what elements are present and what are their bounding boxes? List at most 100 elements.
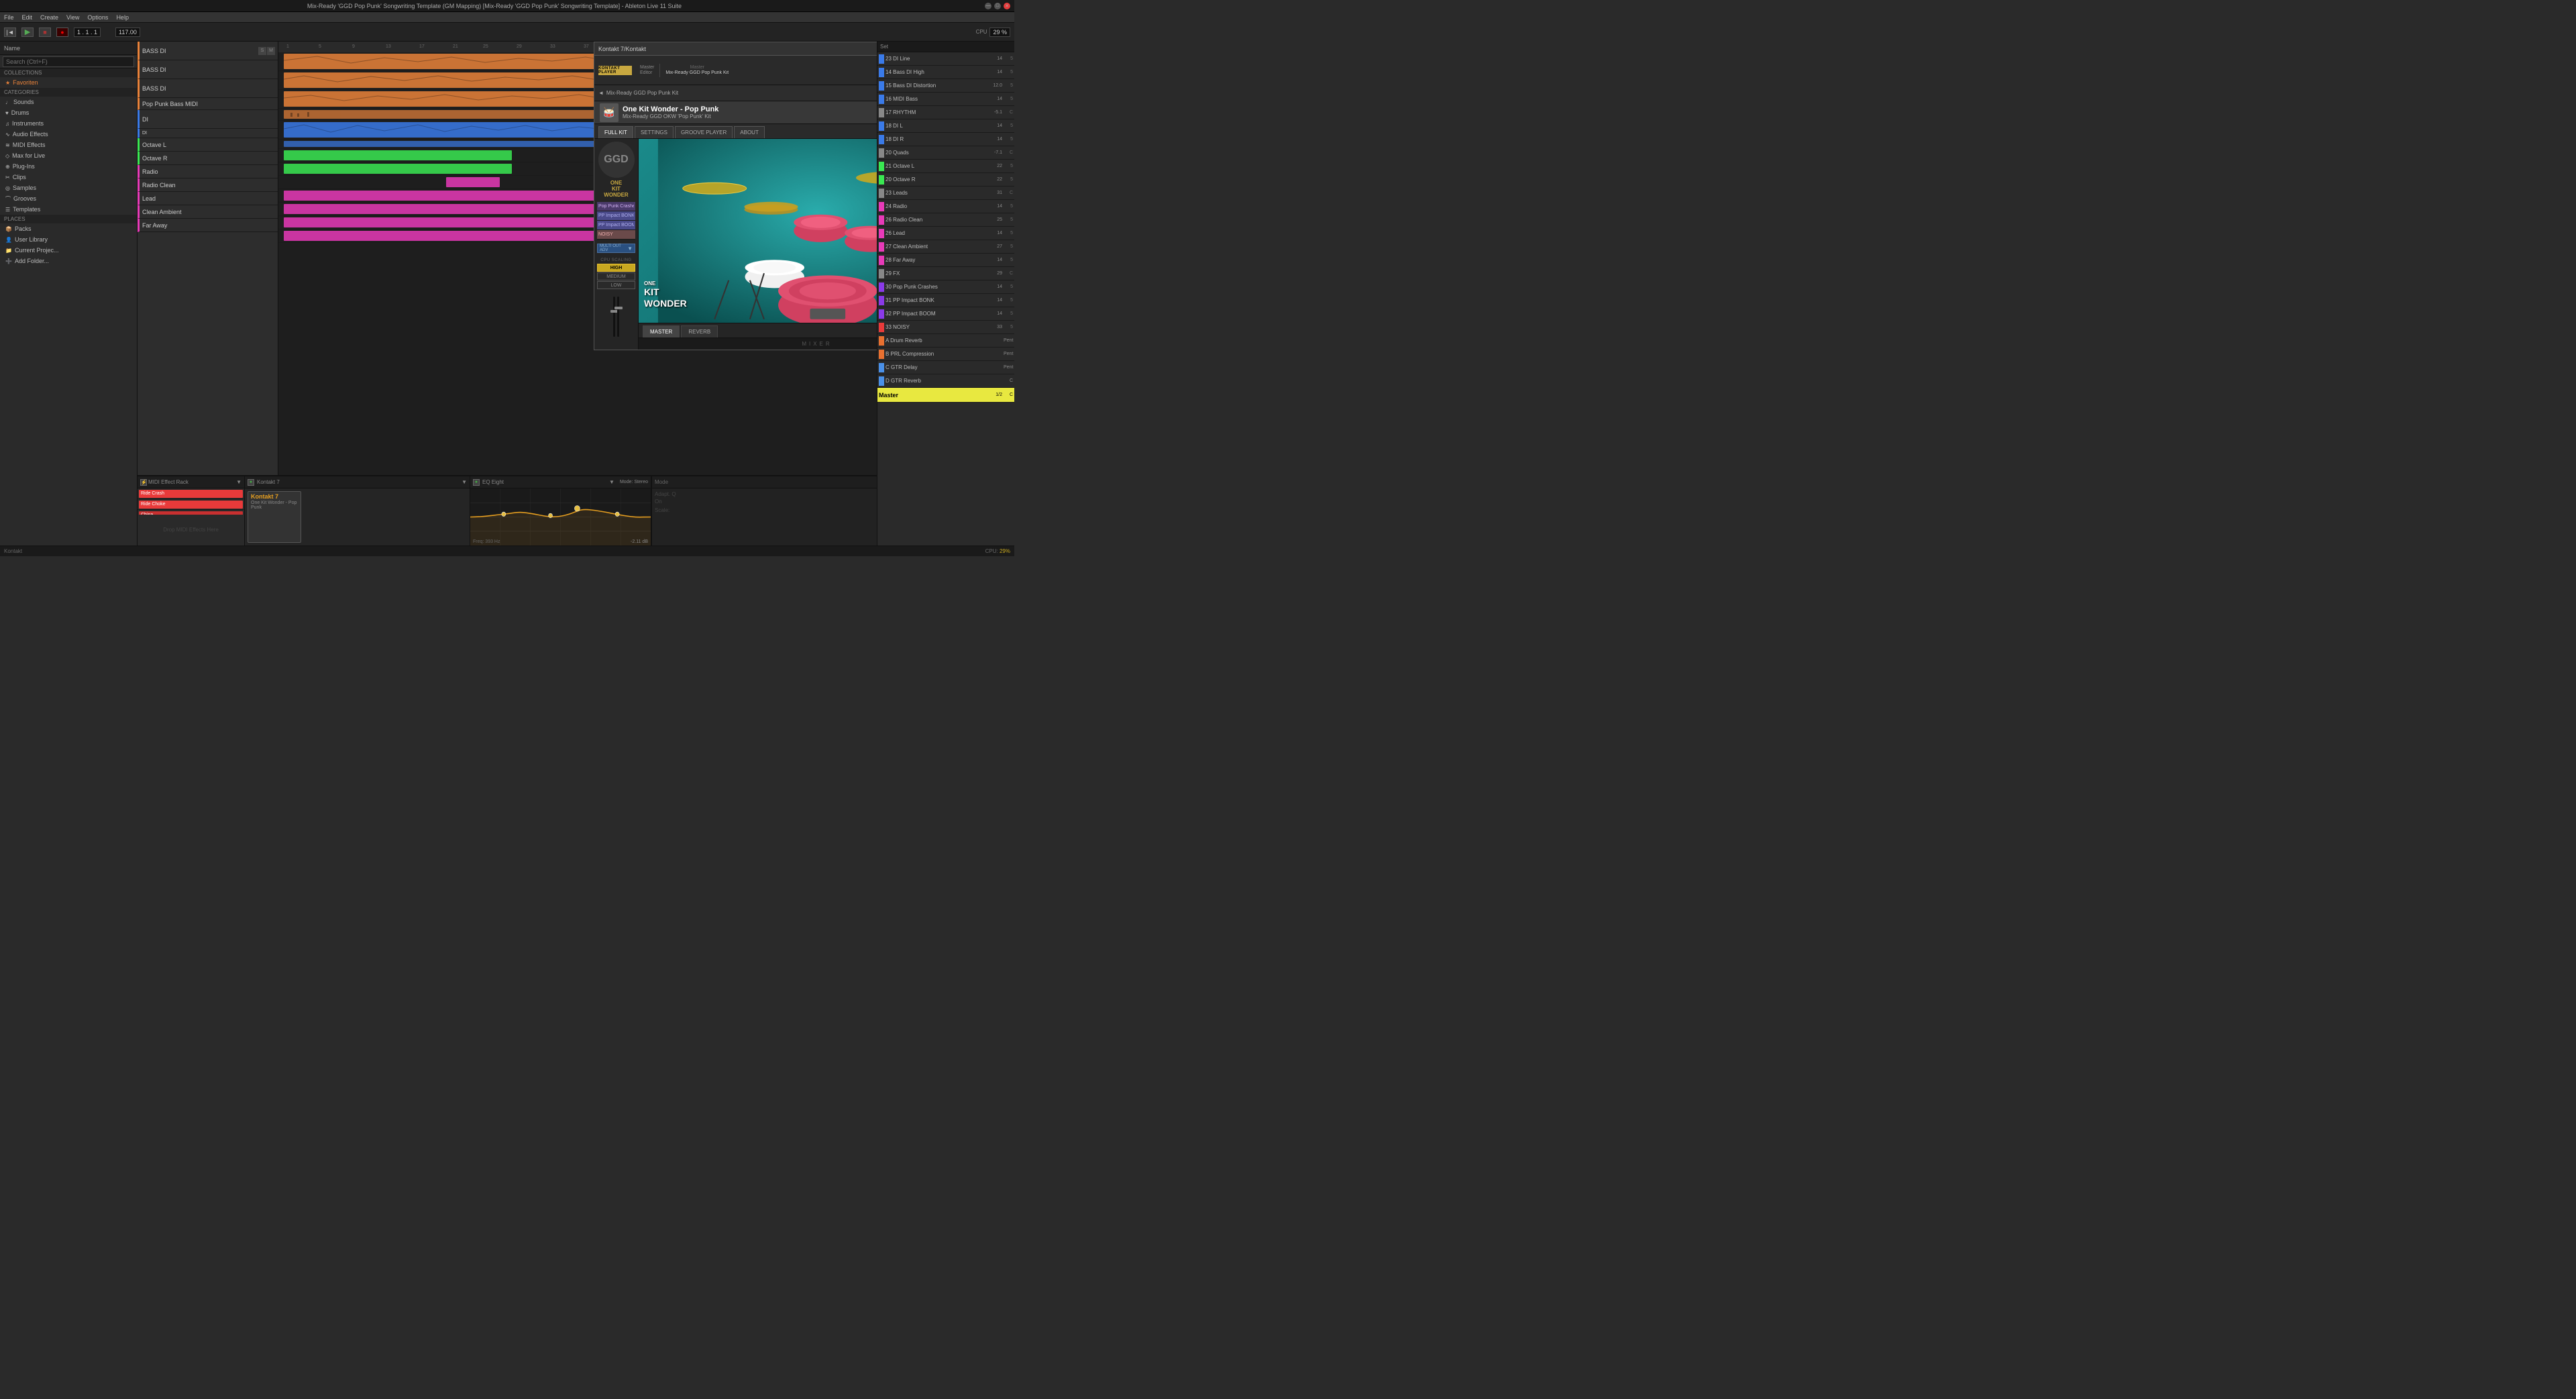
track-header-clean-ambient: Clean Ambient bbox=[138, 205, 278, 219]
menu-edit[interactable]: Edit bbox=[22, 14, 33, 21]
rp-track-26: 26 Lead 14 5 bbox=[877, 227, 1014, 240]
cpu-scaling-title: CPU SCALING bbox=[597, 258, 635, 262]
inst-list-item-1[interactable]: Pop Punk Crashes bbox=[597, 202, 635, 211]
midi-track-ride-crash[interactable]: Ride Crash bbox=[138, 488, 244, 499]
menu-options[interactable]: Options bbox=[87, 14, 108, 21]
device-chain-collapse[interactable]: ▼ bbox=[462, 479, 467, 485]
tab-full-kit[interactable]: FULL KIT bbox=[598, 126, 633, 138]
tab-settings[interactable]: SETTINGS bbox=[635, 126, 674, 138]
device-preset: One Kit Wonder - Pop Punk bbox=[251, 501, 298, 510]
reverb-tab[interactable]: REVERB bbox=[681, 325, 718, 338]
sidebar-item-instruments[interactable]: ♫ Instruments bbox=[0, 118, 137, 129]
menubar: File Edit Create View Options Help bbox=[0, 12, 1014, 23]
sidebar-item-packs[interactable]: 📦 Packs bbox=[0, 223, 137, 234]
inst-list-item-2[interactable]: PP Impact BONK bbox=[597, 211, 635, 221]
close-button[interactable]: ✕ bbox=[1004, 3, 1010, 9]
rp-track-24: 24 Radio 14 5 bbox=[877, 200, 1014, 213]
rp-track-20: 20 Quads -7.1 C bbox=[877, 146, 1014, 160]
track-mute-button[interactable]: S bbox=[258, 47, 266, 55]
nav-arrow-prev[interactable]: ◄ bbox=[598, 90, 604, 96]
multi-out-control: MULTI OUT ADV ▼ bbox=[597, 244, 635, 253]
clip-radio[interactable] bbox=[446, 177, 500, 187]
midi-effects-power-button[interactable]: ⚡ bbox=[140, 479, 147, 486]
bpm-display[interactable]: 117.00 bbox=[115, 28, 140, 37]
cpu-high-button[interactable]: HIGH bbox=[597, 264, 635, 272]
track-header-bass-di-1: BASS DI S M bbox=[138, 42, 278, 60]
tab-groove-player[interactable]: GROOVE PLAYER bbox=[675, 126, 733, 138]
sidebar-item-favoriten[interactable]: ★ Favoriten bbox=[0, 77, 137, 88]
sidebar-item-plugins[interactable]: ⊕ Plug-Ins bbox=[0, 161, 137, 172]
sidebar-item-samples[interactable]: ◎ Samples bbox=[0, 183, 137, 193]
menu-view[interactable]: View bbox=[66, 14, 79, 21]
clip-ride-crash[interactable]: Ride Crash bbox=[139, 490, 243, 498]
rp-color-25 bbox=[879, 215, 884, 225]
device-chain: ● Kontakt 7 ▼ Kontakt 7 One Kit Wonder -… bbox=[245, 476, 470, 546]
sidebar-item-drums[interactable]: ♥ Drums bbox=[0, 107, 137, 118]
kontakt-titlebar[interactable]: Kontakt 7/Kontakt ✕ bbox=[594, 42, 877, 56]
inst-list-item-3[interactable]: PP Impact BOOM bbox=[597, 221, 635, 230]
play-button[interactable]: ▶ bbox=[21, 28, 34, 37]
midi-effects-panel: ⚡ MIDI Effect Rack ▼ Ride Crash Ride Cho… bbox=[138, 476, 245, 546]
cpu-medium-button[interactable]: MEDIUM bbox=[597, 272, 635, 280]
scale-label: Scale: bbox=[655, 507, 874, 513]
sidebar-item-user-library[interactable]: 👤 User Library bbox=[0, 234, 137, 245]
track-header-radio: Radio bbox=[138, 165, 278, 178]
sidebar-item-max[interactable]: ◇ Max for Live bbox=[0, 150, 137, 161]
kontakt-device-box[interactable]: Kontakt 7 One Kit Wonder - Pop Punk bbox=[248, 491, 301, 543]
eq-power-button[interactable]: ● bbox=[473, 479, 480, 486]
inst-list-item-4[interactable]: NOISY bbox=[597, 230, 635, 240]
minimize-button[interactable]: — bbox=[985, 3, 991, 9]
rewind-button[interactable]: |◄ bbox=[4, 28, 16, 37]
sidebar: Name Collections ★ Favoriten Categories … bbox=[0, 42, 138, 546]
stop-button[interactable]: ■ bbox=[39, 28, 51, 37]
maximize-button[interactable]: □ bbox=[994, 3, 1001, 9]
rp-color-17 bbox=[879, 108, 884, 117]
kontakt-window[interactable]: Kontakt 7/Kontakt ✕ KONTAKT PLAYER Maste… bbox=[594, 42, 877, 350]
device-power-button[interactable]: ● bbox=[248, 479, 254, 486]
rp-color-27 bbox=[879, 242, 884, 252]
midi-track-ride-choke[interactable]: Ride Choke bbox=[138, 499, 244, 510]
midi-effects-collapse[interactable]: ▼ bbox=[236, 479, 241, 485]
grooves-icon: ⌒ bbox=[5, 195, 11, 203]
cpu-low-button[interactable]: LOW bbox=[597, 281, 635, 289]
master-tab[interactable]: MASTER bbox=[643, 325, 680, 338]
rp-track-15: 15 Bass DI Distortion 12.0 5 bbox=[877, 79, 1014, 93]
rp-color-16 bbox=[879, 95, 884, 104]
instrument-header: 🥁 One Kit Wonder - Pop Punk Mix-Ready GG… bbox=[594, 101, 877, 124]
kontakt-logo: KONTAKT PLAYER bbox=[598, 66, 632, 75]
sidebar-item-clips[interactable]: ✂ Clips bbox=[0, 172, 137, 183]
menu-help[interactable]: Help bbox=[116, 14, 129, 21]
clip-ride-choke[interactable]: Ride Choke bbox=[139, 501, 243, 509]
clip-octave-r[interactable] bbox=[284, 164, 512, 174]
tab-about[interactable]: ABOUT bbox=[734, 126, 765, 138]
sidebar-item-current-project[interactable]: 📁 Current Projec... bbox=[0, 245, 137, 256]
sidebar-item-grooves[interactable]: ⌒ Grooves bbox=[0, 193, 137, 204]
fader-1[interactable] bbox=[613, 297, 615, 337]
cpu-display: 29 % bbox=[989, 28, 1010, 37]
audio-effects-icon: ∿ bbox=[5, 132, 10, 138]
transport-bar: |◄ ▶ ■ ● 1 . 1 . 1 117.00 CPU 29 % bbox=[0, 23, 1014, 42]
menu-create[interactable]: Create bbox=[40, 14, 58, 21]
sidebar-item-midi-effects[interactable]: ≋ MIDI Effects bbox=[0, 140, 137, 150]
multi-out-button[interactable]: MULTI OUT ADV ▼ bbox=[597, 244, 635, 253]
rp-track-18-r: 18 DI R 14 5 bbox=[877, 133, 1014, 146]
timeline-area[interactable]: // ruler ticks will be drawn here 1 5 9 … bbox=[278, 42, 877, 475]
track-name-radio: Radio bbox=[142, 168, 275, 175]
record-button[interactable]: ● bbox=[56, 28, 68, 37]
clip-octave-l[interactable] bbox=[284, 150, 512, 160]
eq-canvas[interactable]: Freq: 393 Hz -2.11 dB bbox=[470, 488, 651, 546]
sidebar-item-add-folder[interactable]: ➕ Add Folder... bbox=[0, 256, 137, 266]
eq-collapse[interactable]: ▼ bbox=[609, 479, 614, 485]
sidebar-item-sounds[interactable]: ♩ Sounds bbox=[0, 97, 137, 107]
rp-color-D bbox=[879, 376, 884, 386]
track-name-di-1: DI bbox=[142, 116, 275, 123]
rp-color-18r bbox=[879, 135, 884, 144]
menu-file[interactable]: File bbox=[4, 14, 14, 21]
cpu-scaling: CPU SCALING HIGH MEDIUM LOW bbox=[597, 258, 635, 290]
main-layout: Name Collections ★ Favoriten Categories … bbox=[0, 42, 1014, 546]
track-solo-button[interactable]: M bbox=[267, 47, 275, 55]
fader-2[interactable] bbox=[617, 297, 619, 337]
sidebar-item-templates[interactable]: ☰ Templates bbox=[0, 204, 137, 215]
sidebar-item-audio-effects[interactable]: ∿ Audio Effects bbox=[0, 129, 137, 140]
search-input[interactable] bbox=[3, 56, 134, 67]
